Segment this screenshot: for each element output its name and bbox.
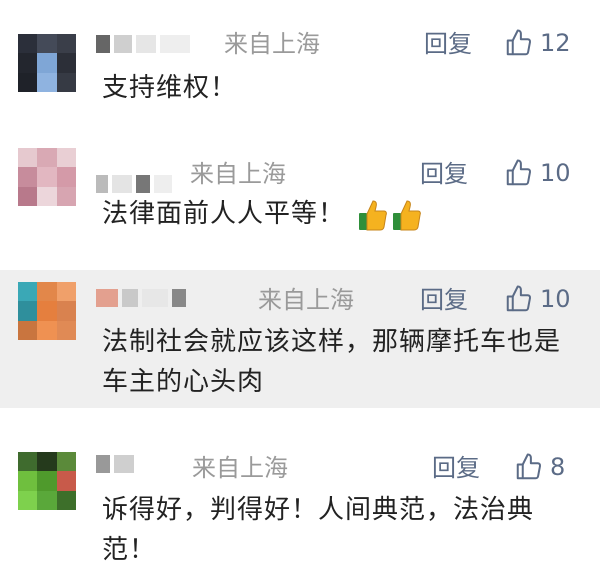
comment-text: 支持维权！: [102, 73, 238, 103]
username-blurred[interactable]: [96, 452, 134, 476]
location-label: 来自上海: [192, 454, 288, 482]
reply-button[interactable]: 回复: [424, 30, 472, 58]
avatar[interactable]: [18, 148, 76, 206]
comment-text: 诉得好，判得好！人间典范，法治典范！: [102, 495, 535, 565]
like-count: 8: [550, 453, 566, 481]
avatar[interactable]: [18, 452, 76, 510]
comment-item: 来自上海 回复 10 法制社会就应该这样，那辆摩托车也是车主的心头肉: [0, 270, 600, 408]
location-label: 来自上海: [224, 30, 320, 58]
avatar[interactable]: [18, 282, 76, 340]
location-label: 来自上海: [190, 160, 286, 188]
comment-text: 法制社会就应该这样，那辆摩托车也是车主的心头肉: [102, 327, 562, 397]
username-blurred[interactable]: [96, 172, 172, 196]
reply-button[interactable]: 回复: [420, 160, 468, 188]
thumbs-up-icon: [506, 285, 532, 312]
location-label: 来自上海: [258, 286, 354, 314]
thumbs-up-icon: [506, 159, 532, 186]
thumbs-up-emoji: [359, 199, 388, 230]
like-button[interactable]: 10: [504, 158, 571, 188]
like-count: 10: [540, 159, 571, 187]
comment-item: 来自上海 回复 8 诉得好，判得好！人间典范，法治典范！: [0, 408, 600, 587]
thumbs-up-emoji: [393, 199, 422, 230]
reply-button[interactable]: 回复: [420, 286, 468, 314]
comment-text-body: 法律面前人人平等！: [102, 199, 346, 229]
like-button[interactable]: 10: [504, 284, 571, 314]
thumbs-up-icon: [516, 453, 542, 480]
comment-text: 法律面前人人平等！: [102, 194, 582, 234]
username-blurred[interactable]: [96, 32, 190, 56]
like-count: 10: [540, 285, 571, 313]
avatar[interactable]: [18, 34, 76, 92]
username-blurred[interactable]: [96, 286, 186, 310]
like-button[interactable]: 12: [504, 28, 571, 58]
comment-item: 来自上海 回复 10 法律面前人人平等！: [0, 130, 600, 270]
like-button[interactable]: 8: [514, 452, 565, 482]
thumbs-up-icon: [506, 29, 532, 56]
like-count: 12: [540, 29, 571, 57]
comment-item: 来自上海 回复 12 支持维权！: [0, 0, 600, 130]
reply-button[interactable]: 回复: [432, 454, 480, 482]
